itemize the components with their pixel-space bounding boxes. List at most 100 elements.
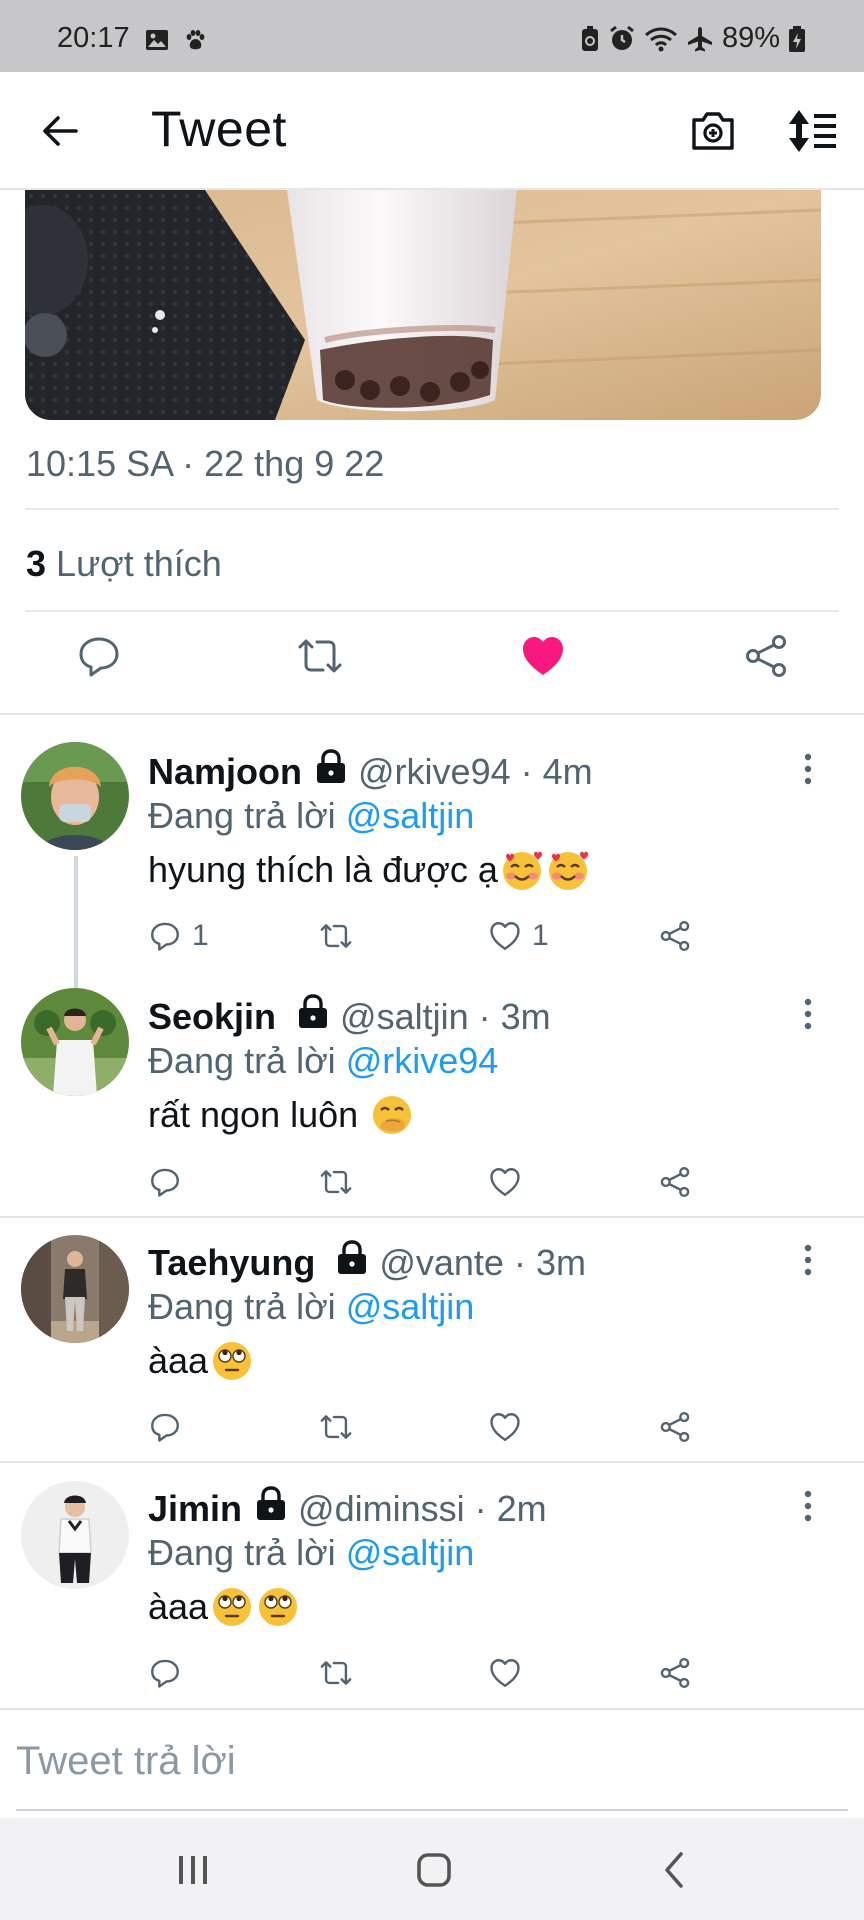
replying-to: Đang trả lời @rkive94 — [148, 1040, 499, 1081]
reply-author-name[interactable]: Jimin — [148, 1488, 242, 1530]
retweet-button[interactable] — [318, 1162, 354, 1202]
lock-icon — [335, 1240, 369, 1285]
divider — [25, 508, 839, 510]
reply-action-bar — [0, 1653, 864, 1697]
reply-author-name[interactable]: Taehyung — [148, 1242, 315, 1284]
share-icon — [660, 1411, 690, 1443]
charging-battery-icon — [788, 25, 806, 53]
reply-icon — [151, 1413, 179, 1442]
mention-link[interactable]: @saltjin — [346, 1532, 475, 1573]
like-button[interactable] — [488, 1162, 532, 1202]
heart-icon — [490, 1168, 520, 1196]
face-with-rolling-eyes-emoji — [210, 1585, 254, 1629]
divider — [0, 1216, 864, 1218]
liked-heart-icon[interactable] — [519, 632, 567, 680]
avatar[interactable] — [21, 742, 129, 850]
input-underline — [16, 1809, 848, 1811]
mention-link[interactable]: @rkive94 — [346, 1040, 499, 1081]
app-header: Tweet — [0, 72, 864, 190]
retweet-button[interactable] — [318, 1407, 354, 1447]
retweet-button[interactable] — [318, 1653, 354, 1693]
lock-icon — [314, 749, 348, 794]
recent-apps-icon[interactable] — [163, 1848, 223, 1892]
reply-button[interactable]: 1 — [148, 916, 209, 956]
mention-link[interactable]: @saltjin — [346, 795, 475, 836]
share-icon — [660, 1166, 690, 1198]
like-button[interactable]: 1 — [488, 916, 549, 956]
divider — [0, 1708, 864, 1710]
avatar[interactable] — [21, 1481, 129, 1589]
reply-icon[interactable] — [75, 632, 123, 680]
reply-compose-input[interactable] — [16, 1736, 846, 1786]
lock-icon — [296, 994, 330, 1039]
share-icon[interactable] — [742, 632, 790, 680]
share-button[interactable] — [658, 1407, 692, 1447]
likes-count: 3 — [26, 543, 47, 584]
airplane-icon — [686, 25, 714, 53]
replying-to: Đang trả lời @saltjin — [148, 1532, 475, 1573]
retweet-icon — [320, 1661, 352, 1685]
reply-text: àaa — [148, 1339, 254, 1383]
divider — [0, 1461, 864, 1463]
more-options-icon[interactable] — [796, 1240, 820, 1280]
reply-author-name[interactable]: Seokjin — [148, 996, 276, 1038]
retweet-button[interactable] — [318, 916, 354, 956]
share-button[interactable] — [658, 916, 692, 956]
paw-icon — [183, 28, 207, 57]
reply-action-bar: 1 1 — [0, 916, 864, 960]
reply-button[interactable] — [148, 1653, 192, 1693]
likes-label: Lượt thích — [56, 543, 222, 584]
like-count: 1 — [532, 919, 549, 952]
avatar[interactable] — [21, 1235, 129, 1343]
reply-button[interactable] — [148, 1407, 192, 1447]
reply-author-handle[interactable]: @diminssi · 2m — [298, 1488, 547, 1530]
reply-button[interactable] — [148, 1162, 192, 1202]
tweet-timestamp: 10:15 SA · 22 thg 9 22 — [26, 443, 385, 484]
reply-count: 1 — [192, 919, 209, 952]
wifi-icon — [644, 25, 678, 53]
tweet-image[interactable] — [25, 190, 821, 420]
divider — [25, 610, 839, 612]
tweet-action-bar — [0, 632, 864, 692]
reply-author-handle[interactable]: @rkive94 · 4m — [358, 751, 593, 793]
share-button[interactable] — [658, 1653, 692, 1693]
back-arrow-icon[interactable] — [36, 107, 84, 155]
reply-author-handle[interactable]: @saltjin · 3m — [340, 996, 551, 1038]
more-options-icon[interactable] — [796, 994, 820, 1034]
retweet-icon — [320, 924, 352, 948]
reply-action-bar — [0, 1407, 864, 1451]
more-options-icon[interactable] — [796, 1486, 820, 1526]
status-time: 20:17 — [57, 22, 130, 54]
reply-author-name[interactable]: Namjoon — [148, 751, 302, 793]
face-with-rolling-eyes-emoji — [210, 1339, 254, 1383]
more-options-icon[interactable] — [796, 749, 820, 789]
nav-back-icon[interactable] — [645, 1848, 705, 1892]
sort-icon[interactable] — [786, 106, 840, 156]
camera-icon[interactable] — [688, 106, 738, 156]
like-button[interactable] — [488, 1407, 532, 1447]
retweet-icon[interactable] — [296, 632, 344, 680]
retweet-icon — [320, 1170, 352, 1194]
heart-icon — [490, 1413, 520, 1441]
share-icon — [660, 1657, 690, 1689]
battery-percentage: 89% — [721, 22, 780, 54]
smiling-face-with-hearts-emoji — [500, 848, 544, 892]
replying-to: Đang trả lời @saltjin — [148, 1286, 475, 1327]
mention-link[interactable]: @saltjin — [346, 1286, 475, 1327]
like-button[interactable] — [488, 1653, 532, 1693]
avatar[interactable] — [21, 988, 129, 1096]
share-button[interactable] — [658, 1162, 692, 1202]
divider — [0, 713, 864, 715]
reply-text: rất ngon luôn — [148, 1093, 414, 1137]
page-title: Tweet — [151, 101, 287, 157]
heart-icon — [490, 922, 520, 950]
share-icon — [660, 920, 690, 952]
reply-icon — [151, 1659, 179, 1688]
home-icon[interactable] — [404, 1848, 464, 1892]
reply-author-handle[interactable]: @vante · 3m — [379, 1242, 586, 1284]
reply-text: àaa — [148, 1585, 300, 1629]
reply-icon — [151, 1168, 179, 1197]
face-with-rolling-eyes-emoji — [256, 1585, 300, 1629]
likes-summary[interactable]: 3 Lượt thích — [26, 543, 222, 585]
battery-saver-icon — [580, 25, 600, 53]
